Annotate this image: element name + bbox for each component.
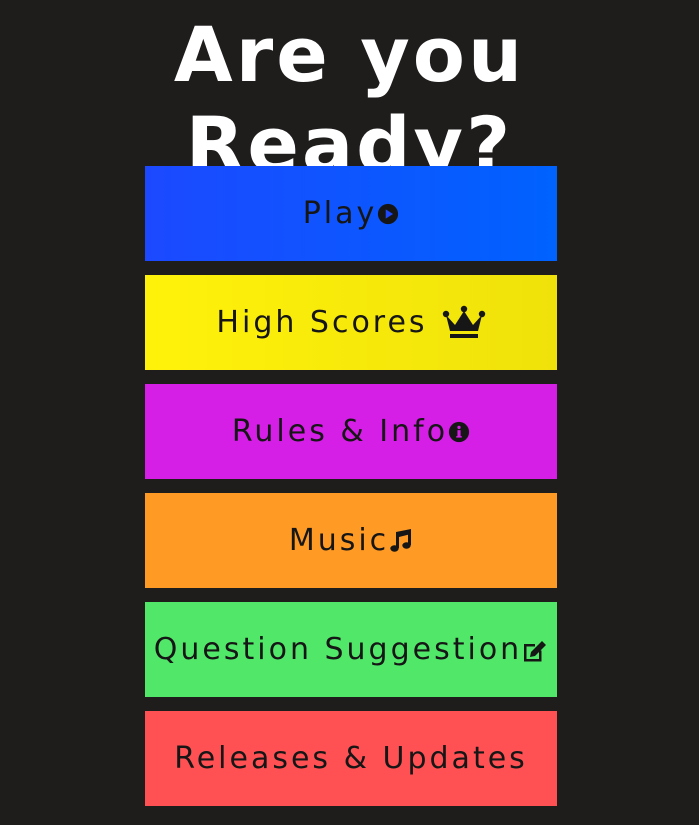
info-circle-icon	[448, 421, 470, 443]
music-button[interactable]: Music	[145, 493, 557, 588]
high-scores-button[interactable]: High Scores	[145, 275, 557, 370]
main-menu: Play High Scores Rules & Info Music Ques…	[145, 166, 557, 806]
crown-icon	[442, 305, 486, 341]
question-suggestion-button-label: Question Suggestion	[153, 632, 523, 667]
rules-info-button-label: Rules & Info	[231, 414, 449, 449]
releases-updates-button-label: Releases & Updates	[174, 741, 528, 776]
music-button-label: Music	[288, 523, 390, 558]
play-button-label: Play	[302, 196, 378, 231]
play-button[interactable]: Play	[145, 166, 557, 261]
page-title: Are you Ready?	[173, 10, 526, 189]
music-note-icon	[389, 528, 413, 554]
play-circle-icon	[377, 203, 399, 225]
releases-updates-button[interactable]: Releases & Updates	[145, 711, 557, 806]
high-scores-button-label: High Scores	[216, 305, 428, 340]
edit-icon	[522, 638, 548, 662]
question-suggestion-button[interactable]: Question Suggestion	[145, 602, 557, 697]
rules-info-button[interactable]: Rules & Info	[145, 384, 557, 479]
